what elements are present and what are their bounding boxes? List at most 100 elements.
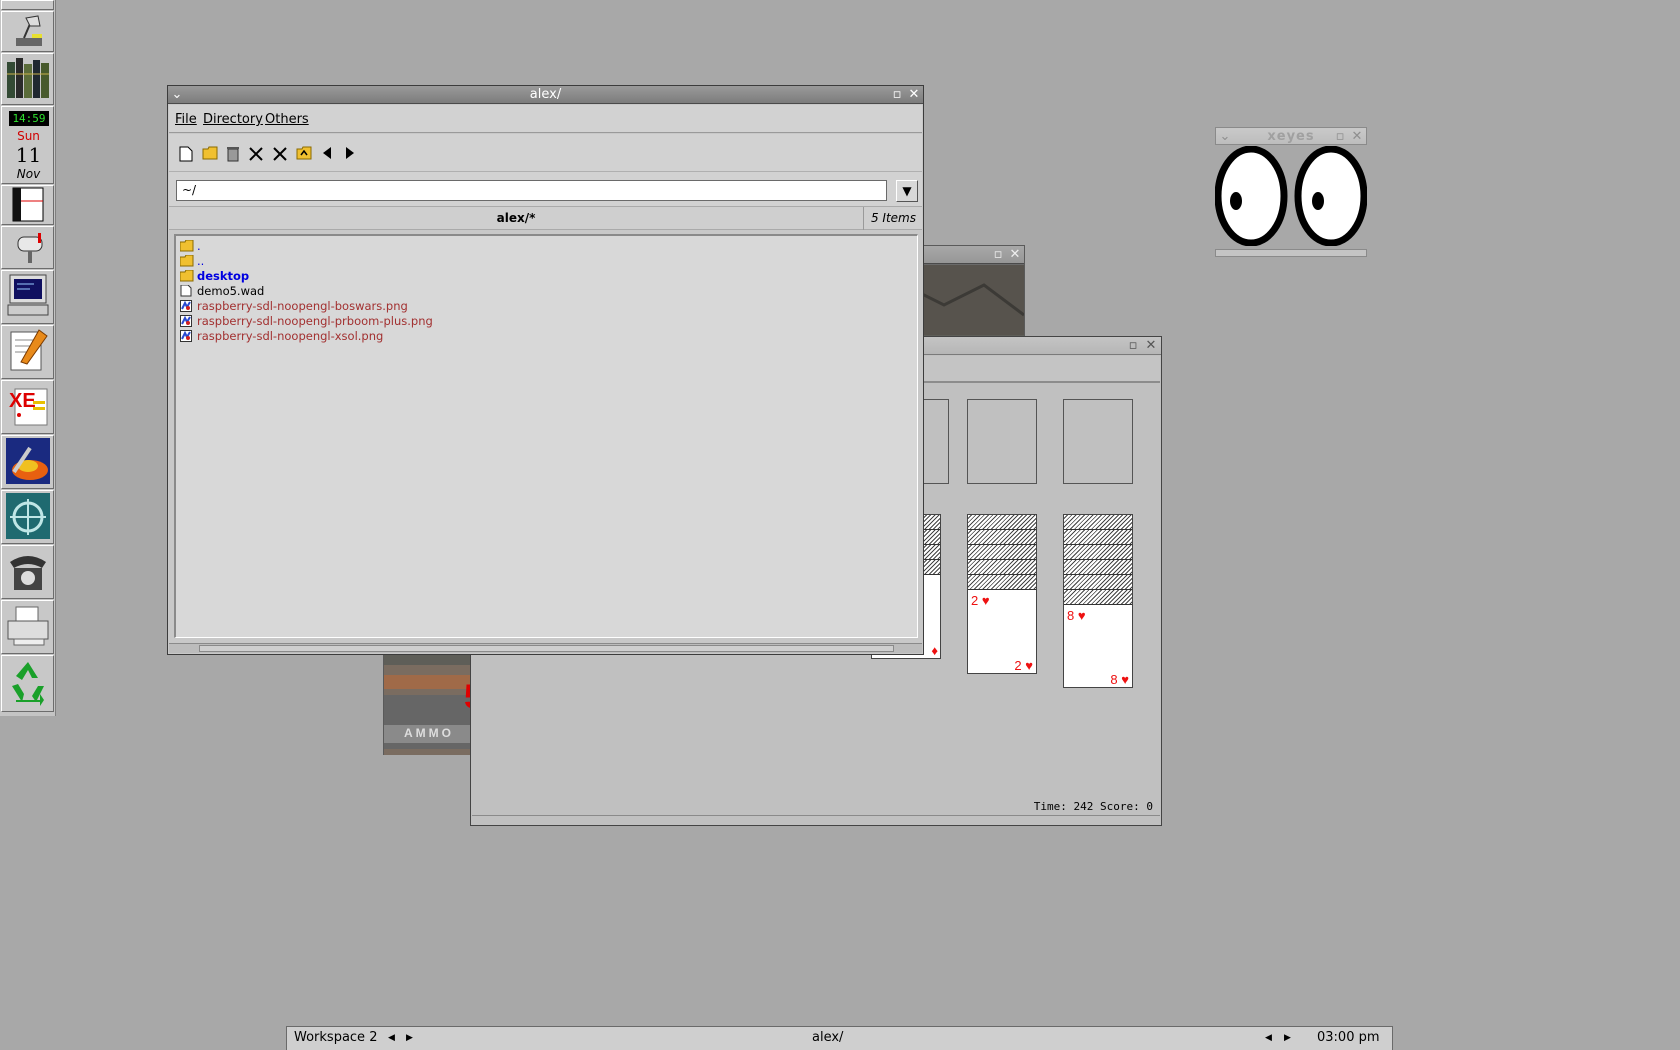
xeyes-titlebar[interactable]: ⌄ xeyes ▫ ✕ (1215, 127, 1367, 145)
delete-icon[interactable] (269, 143, 291, 165)
close-icon[interactable]: ✕ (1349, 129, 1365, 145)
dock-printer-tile[interactable] (1, 600, 54, 654)
list-item[interactable]: . (180, 238, 201, 254)
xeyes-frame-bottom[interactable] (1215, 249, 1367, 257)
solitaire-status: Time: 242 Score: 0 (1033, 800, 1153, 813)
maximize-icon[interactable]: ▫ (990, 247, 1006, 263)
recycle-icon (11, 662, 44, 706)
trash-icon[interactable] (222, 143, 244, 165)
file-manager-titlebar[interactable]: ⌄ alex/ ▫ ✕ (168, 86, 923, 104)
card-rank: 2 (971, 593, 979, 608)
dropdown-arrow-icon: ▼ (902, 184, 912, 198)
dock: 14:59 Sun 11 Nov XE (0, 0, 56, 716)
clock-date: 11 (15, 143, 42, 167)
doom-ammo-label: AMMO (404, 726, 454, 740)
menubar: File Directory Others (169, 105, 922, 133)
xeyes-title: xeyes (1267, 129, 1315, 144)
tableau-pile[interactable]: 2 ♥ 2 ♥ (967, 514, 1037, 674)
close-icon[interactable]: ✕ (1143, 338, 1159, 354)
maximize-icon[interactable]: ▫ (1125, 338, 1141, 354)
foundation-slot[interactable] (1063, 399, 1133, 484)
directory-status-row: alex/* 5 Items (169, 206, 922, 230)
calendar-page-icon (12, 187, 43, 222)
cut-icon[interactable] (245, 143, 267, 165)
dock-navigation-tile[interactable] (1, 490, 54, 544)
workspace-prev-icon[interactable]: ◀ (388, 1027, 395, 1049)
xeyes-window[interactable]: ⌄ xeyes ▫ ✕ (1215, 127, 1367, 257)
tableau-pile[interactable]: 8 ♥ 8 ♥ (1063, 514, 1133, 688)
dock-telephone-tile[interactable] (1, 545, 54, 599)
card-rank: 8 (1110, 672, 1118, 687)
window-prev-icon[interactable]: ◀ (1265, 1027, 1272, 1049)
menu-directory[interactable]: Directory (203, 112, 263, 127)
workspace-next-icon[interactable]: ▶ (406, 1027, 413, 1049)
printer-icon (7, 606, 48, 646)
list-item[interactable]: desktop (180, 268, 249, 284)
scrollbar-thumb[interactable] (199, 645, 894, 652)
file-listing[interactable]: . .. desktop demo5.wad raspberry-sdl-noo… (174, 234, 918, 638)
list-item[interactable]: .. (180, 253, 204, 269)
item-count: 5 Items (870, 211, 916, 225)
path-input[interactable]: ~/ (176, 180, 887, 201)
diamond-icon: ♦ (931, 643, 938, 658)
close-icon[interactable]: ✕ (906, 87, 922, 103)
menu-others[interactable]: Others (265, 112, 309, 127)
dock-clock-tile[interactable]: 14:59 Sun 11 Nov (1, 106, 54, 184)
dock-desk-lamp-tile[interactable] (1, 11, 54, 52)
image-file-icon (180, 315, 192, 327)
dock-xe-tile[interactable]: XE (1, 380, 54, 434)
dock-fire-game-tile[interactable] (1, 435, 54, 489)
folder-up-icon[interactable] (293, 143, 315, 165)
list-item[interactable]: raspberry-sdl-noopengl-boswars.png (180, 298, 408, 314)
new-folder-icon[interactable] (199, 143, 221, 165)
forward-arrow-icon[interactable] (339, 143, 361, 165)
path-bar: ~/ ▼ (169, 172, 922, 206)
card-rank: 2 (1014, 658, 1022, 673)
new-file-icon[interactable] (175, 143, 197, 165)
dock-calendar-page-tile[interactable] (1, 185, 54, 225)
back-arrow-icon[interactable] (316, 143, 338, 165)
close-icon[interactable]: ✕ (1007, 247, 1023, 263)
heart-icon: ♥ (981, 593, 990, 608)
xe-icon: XE (9, 388, 47, 426)
eye-pupil (1312, 192, 1324, 210)
taskbar: Workspace 2 ◀ ▶ alex/ ◀ ▶ 03:00 pm (286, 1026, 1393, 1050)
workspace-label[interactable]: Workspace 2 (294, 1027, 377, 1049)
window-next-icon[interactable]: ▶ (1284, 1027, 1291, 1049)
folder-icon (180, 255, 194, 267)
toolbar (169, 134, 922, 172)
desk-lamp-icon (15, 15, 42, 46)
dock-grip[interactable] (1, 0, 54, 10)
heart-icon: ♥ (1025, 658, 1033, 673)
solitaire-scrollbar[interactable] (472, 815, 1160, 824)
dock-mailbox-tile[interactable] (1, 226, 54, 269)
minimize-icon[interactable]: ⌄ (1217, 129, 1233, 145)
image-file-icon (180, 330, 192, 342)
maximize-icon[interactable]: ▫ (889, 87, 905, 103)
dock-terminal-tile[interactable] (1, 270, 54, 324)
minimize-icon[interactable]: ⌄ (169, 87, 185, 103)
folder-icon (180, 270, 194, 282)
list-item[interactable]: raspberry-sdl-noopengl-xsol.png (180, 328, 383, 344)
list-item[interactable]: raspberry-sdl-noopengl-prboom-plus.png (180, 313, 433, 329)
horizontal-scrollbar[interactable] (169, 643, 922, 653)
directory-title: alex/* (169, 207, 864, 230)
fire-game-icon (5, 438, 50, 484)
notepad-pen-icon (10, 329, 48, 371)
file-manager-window[interactable]: ⌄ alex/ ▫ ✕ File Directory Others ~/ ▼ a… (167, 85, 924, 655)
dock-recycle-tile[interactable] (1, 655, 54, 712)
mailbox-icon (17, 233, 42, 263)
path-dropdown-button[interactable]: ▼ (896, 180, 918, 202)
clock-time: 14:59 (9, 111, 49, 126)
menu-file[interactable]: File (175, 112, 197, 127)
card-rank: 8 (1067, 608, 1075, 623)
list-item[interactable]: demo5.wad (180, 283, 264, 299)
document-icon (180, 285, 192, 297)
foundation-slot[interactable] (967, 399, 1037, 484)
maximize-icon[interactable]: ▫ (1332, 129, 1348, 145)
heart-icon: ♥ (1121, 672, 1129, 687)
dock-books-tile[interactable] (1, 53, 54, 105)
svg-text:XE: XE (9, 390, 36, 412)
dock-notepad-tile[interactable] (1, 325, 54, 379)
active-window-title[interactable]: alex/ (812, 1027, 843, 1049)
